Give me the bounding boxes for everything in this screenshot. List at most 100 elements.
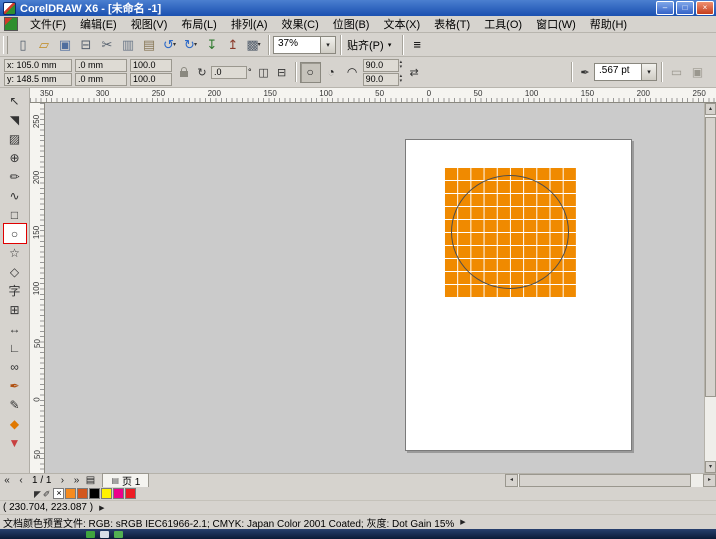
mirror-horizontal-button[interactable]: ◫ xyxy=(255,63,273,81)
scale-h-field[interactable]: 100.0 xyxy=(130,59,172,72)
toolbar-grip[interactable] xyxy=(3,36,8,54)
object-width-field[interactable]: .0 mm xyxy=(75,59,127,72)
horizontal-scroll-thumb[interactable] xyxy=(519,474,691,487)
table-tool[interactable]: ⊞ xyxy=(4,300,26,319)
undo-button[interactable]: ↺▾ xyxy=(159,35,180,55)
zoom-level-value[interactable]: 37% xyxy=(274,37,320,53)
outline-width-combo[interactable]: .567 pt ▾ xyxy=(594,63,657,81)
spin-down-icon[interactable]: ▾ xyxy=(400,79,403,84)
cut-button[interactable]: ✂ xyxy=(96,35,117,55)
smart-drawing-tool[interactable]: ∿ xyxy=(4,186,26,205)
drawing-canvas[interactable] xyxy=(45,103,704,473)
menu-item[interactable]: 效果(C) xyxy=(275,15,326,33)
ellipse-mode-button[interactable]: ○ xyxy=(300,62,321,83)
position-y-field[interactable]: y: 148.5 mm xyxy=(4,73,72,86)
rectangle-tool[interactable]: □ xyxy=(4,205,26,224)
document-page[interactable] xyxy=(405,139,632,451)
zoom-tool[interactable]: ⊕ xyxy=(4,148,26,167)
maximize-button[interactable]: □ xyxy=(676,1,694,15)
ellipse-object[interactable] xyxy=(451,175,569,289)
new-document-button[interactable]: ▯ xyxy=(12,35,33,55)
dark-orange-swatch[interactable] xyxy=(77,488,88,499)
page-tab[interactable]: ▤ 页 1 xyxy=(102,473,149,487)
horizontal-scroll-track[interactable] xyxy=(692,474,703,487)
mirror-vertical-button[interactable]: ⊟ xyxy=(273,63,291,81)
redo-button[interactable]: ↻▾ xyxy=(180,35,201,55)
scroll-right-icon[interactable]: ▸ xyxy=(703,474,716,487)
zoom-dropdown-icon[interactable]: ▾ xyxy=(320,37,335,53)
save-button[interactable]: ▣ xyxy=(54,35,75,55)
status-expander-icon[interactable]: ▶ xyxy=(460,518,465,526)
arc-mode-button[interactable]: ◠ xyxy=(342,62,363,83)
snap-dropdown-icon[interactable]: ▾ xyxy=(384,41,396,49)
convert-to-curves-button[interactable]: ▭ xyxy=(666,62,687,83)
vertical-scrollbar[interactable]: ▴ ▾ xyxy=(704,103,716,473)
export-button[interactable]: ↥ xyxy=(222,35,243,55)
red-swatch[interactable] xyxy=(125,488,136,499)
page-menu-icon[interactable]: ▤ xyxy=(83,474,97,487)
vertical-ruler[interactable]: 25020015010050050 xyxy=(30,103,45,473)
object-height-field[interactable]: .0 mm xyxy=(75,73,127,86)
horizontal-scrollbar[interactable]: ◂ ▸ xyxy=(505,474,716,487)
pie-mode-button[interactable]: ◔ xyxy=(321,62,342,83)
yellow-swatch[interactable] xyxy=(101,488,112,499)
arc-start-angle-field[interactable]: 90.0 xyxy=(363,59,399,72)
text-tool[interactable]: 字 xyxy=(4,281,26,300)
menu-item[interactable]: 工具(O) xyxy=(477,15,529,33)
menu-item[interactable]: 位图(B) xyxy=(326,15,377,33)
object-properties-button[interactable]: ▣ xyxy=(687,62,708,83)
lock-ratio-button[interactable] xyxy=(175,63,193,81)
blend-tool[interactable]: ∞ xyxy=(4,357,26,376)
menu-item[interactable]: 排列(A) xyxy=(224,15,275,33)
black-swatch[interactable] xyxy=(89,488,100,499)
taskbar-app-2[interactable] xyxy=(100,531,109,538)
taskbar-app-3[interactable] xyxy=(114,531,123,538)
connector-tool[interactable]: ∟ xyxy=(4,338,26,357)
menu-item[interactable]: 文本(X) xyxy=(376,15,427,33)
outline-width-dropdown-icon[interactable]: ▾ xyxy=(641,64,656,80)
last-page-button[interactable]: » xyxy=(69,474,83,487)
snap-to-dropdown[interactable]: 贴齐(P) ▾ xyxy=(345,37,398,53)
scroll-up-icon[interactable]: ▴ xyxy=(705,103,716,115)
scroll-left-icon[interactable]: ◂ xyxy=(505,474,518,487)
minimize-button[interactable]: – xyxy=(656,1,674,15)
open-button[interactable]: ▱ xyxy=(33,35,54,55)
previous-page-button[interactable]: ‹ xyxy=(14,474,28,487)
taskbar-app-1[interactable] xyxy=(86,531,95,538)
basic-shapes-tool[interactable]: ◇ xyxy=(4,262,26,281)
palette-pick-icon[interactable]: ◤ xyxy=(34,489,41,499)
no-color-swatch[interactable]: × xyxy=(53,488,64,499)
freehand-tool[interactable]: ✏ xyxy=(4,167,26,186)
copy-button[interactable]: ▥ xyxy=(117,35,138,55)
first-page-button[interactable]: « xyxy=(0,474,14,487)
polygon-tool[interactable]: ☆ xyxy=(4,243,26,262)
close-button[interactable]: × xyxy=(696,1,714,15)
menu-item[interactable]: 视图(V) xyxy=(124,15,175,33)
arc-end-angle-field[interactable]: 90.0 xyxy=(363,73,399,86)
crop-tool[interactable]: ▨ xyxy=(4,129,26,148)
spin-down-icon[interactable]: ▾ xyxy=(400,65,403,70)
menu-item[interactable]: 帮助(H) xyxy=(583,15,634,33)
arc-end-spinner[interactable]: ▴▾ xyxy=(400,74,403,84)
horizontal-ruler[interactable]: 35030025020015010050050100150200250 xyxy=(30,88,716,103)
shape-tool[interactable]: ◥ xyxy=(4,110,26,129)
pick-tool[interactable]: ↖ xyxy=(4,91,26,110)
scale-v-field[interactable]: 100.0 xyxy=(130,73,172,86)
paste-button[interactable]: ▤ xyxy=(138,35,159,55)
menu-item[interactable]: 编辑(E) xyxy=(73,15,124,33)
menu-item[interactable]: 文件(F) xyxy=(23,15,73,33)
dimension-tool[interactable]: ↔ xyxy=(4,319,26,338)
graph-paper-object[interactable] xyxy=(444,167,576,297)
application-launcher-button[interactable]: ▩▾ xyxy=(243,35,264,55)
color-eyedropper-tool[interactable]: ✒ xyxy=(4,376,26,395)
fill-tool[interactable]: ◆ xyxy=(4,414,26,433)
outline-pen-tool[interactable]: ✎ xyxy=(4,395,26,414)
status-expander-icon[interactable]: ▶ xyxy=(99,504,104,512)
rotation-angle-field[interactable]: .0 xyxy=(211,66,247,79)
outline-width-value[interactable]: .567 pt xyxy=(595,64,641,80)
magenta-swatch[interactable] xyxy=(113,488,124,499)
interactive-fill-tool[interactable]: ▼ xyxy=(4,433,26,452)
position-x-field[interactable]: x: 105.0 mm xyxy=(4,59,72,72)
zoom-level-combo[interactable]: 37% ▾ xyxy=(273,36,336,54)
vertical-scroll-thumb[interactable] xyxy=(705,117,716,397)
